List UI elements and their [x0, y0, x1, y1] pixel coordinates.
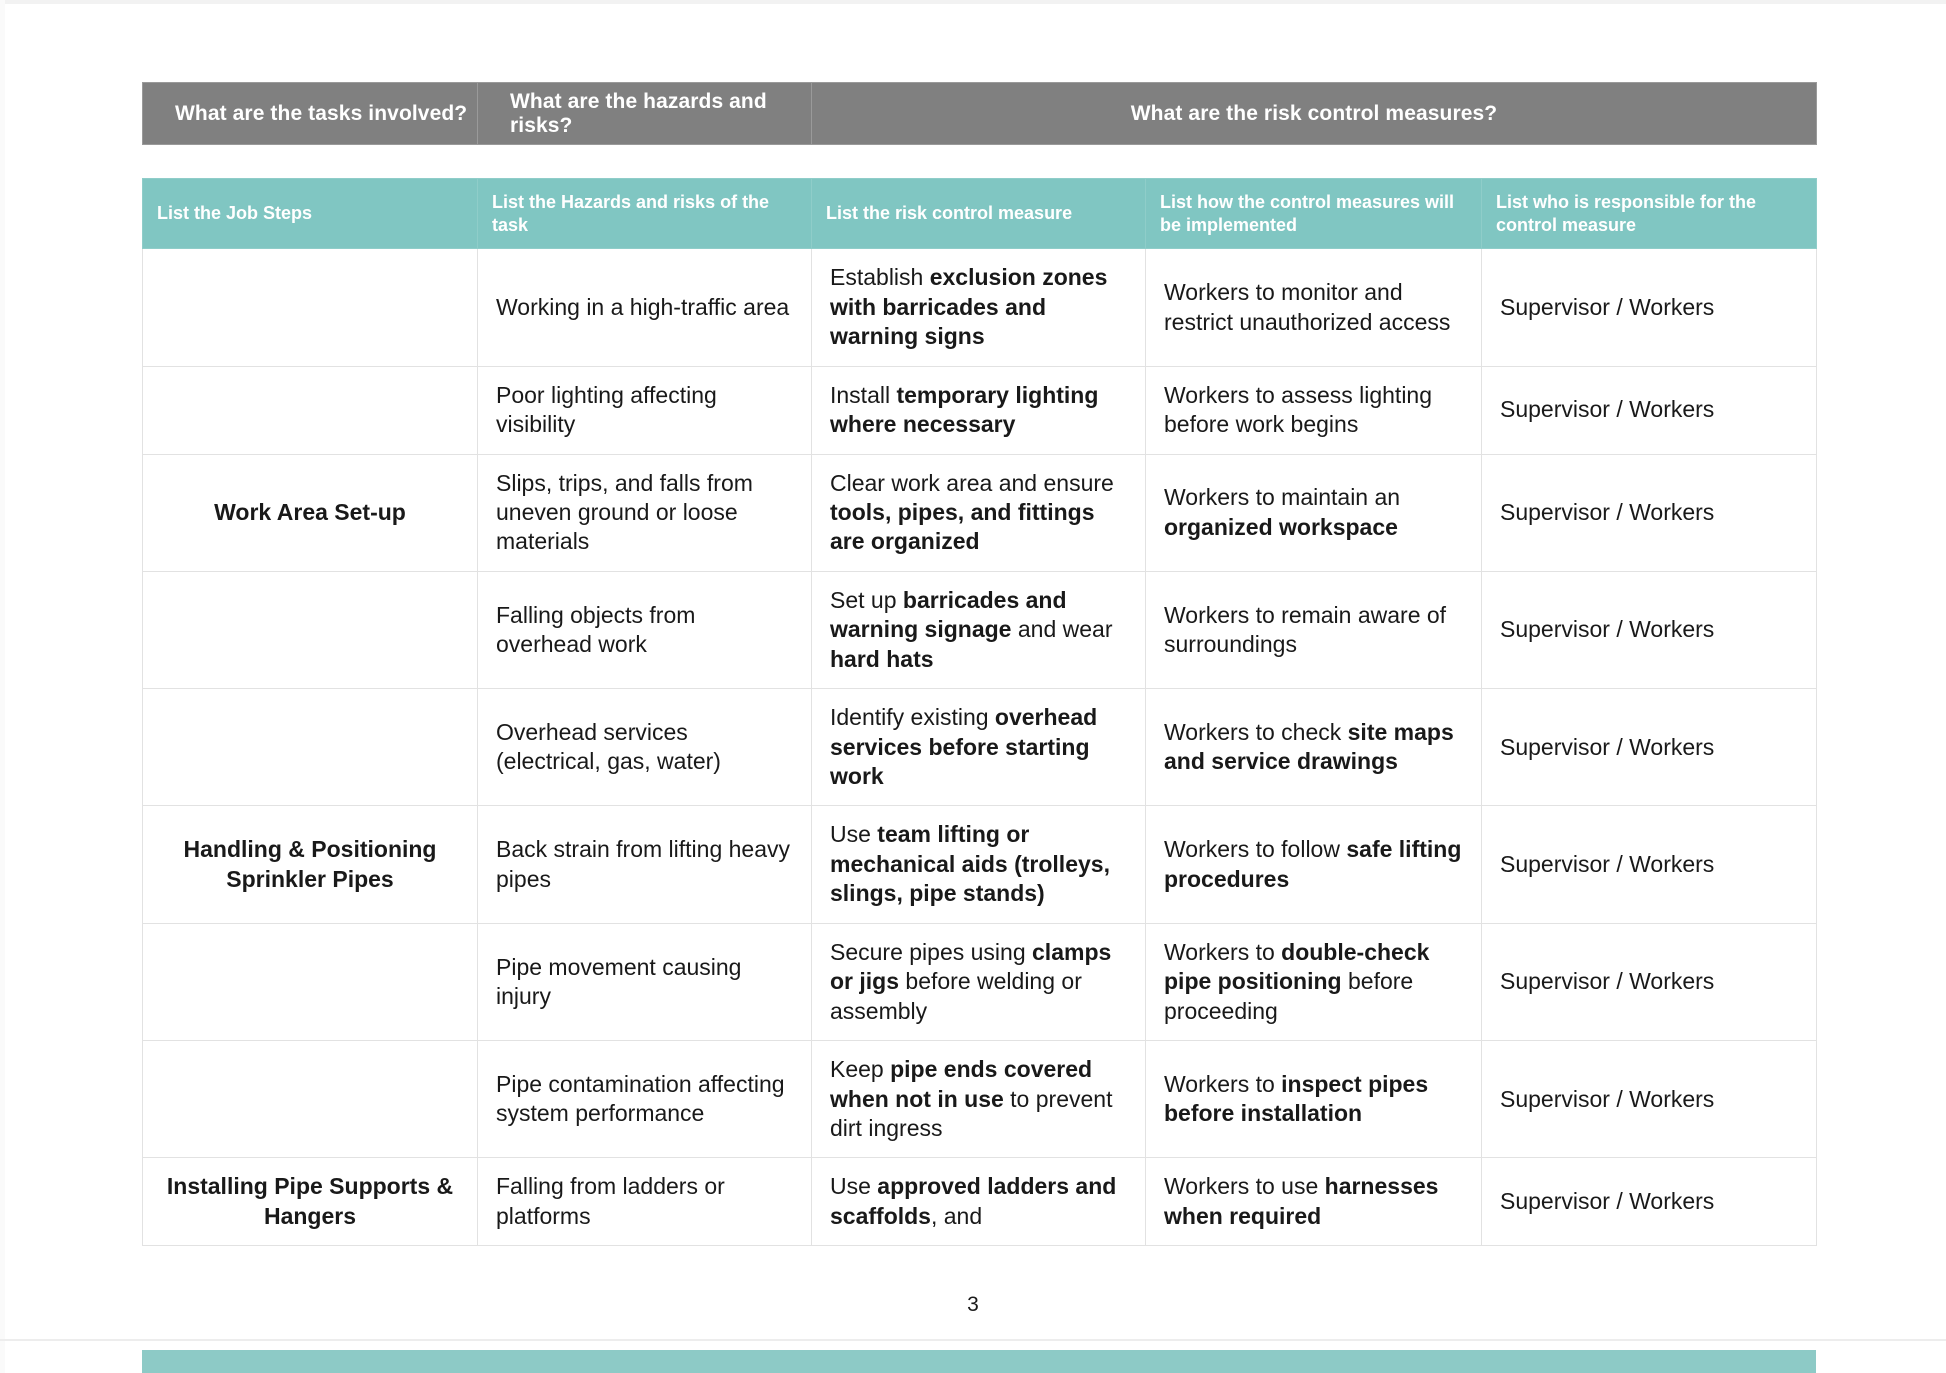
responsible-cell: Supervisor / Workers — [1481, 365, 1817, 455]
implementation-cell: Workers to double-check pipe positioning… — [1145, 922, 1482, 1042]
banner-tasks-cell: What are the tasks involved? — [142, 82, 478, 145]
responsible-cell: Supervisor / Workers — [1481, 453, 1817, 572]
table-row: Pipe movement causing injury Secure pipes… — [142, 922, 1817, 1042]
footer-rule — [0, 1339, 1946, 1341]
hazard-cell: Overhead services (electrical, gas, wate… — [477, 688, 812, 807]
implementation-cell: Workers to follow safe lifting procedure… — [1145, 805, 1482, 924]
control-measure-cell: Keep pipe ends covered when not in use t… — [811, 1040, 1146, 1159]
responsible-cell: Supervisor / Workers — [1481, 688, 1817, 807]
table-row: Pipe contamination affecting system perf… — [142, 1040, 1817, 1159]
hazard-cell: Back strain from lifting heavy pipes — [477, 805, 812, 924]
table-row: Overhead services (electrical, gas, wate… — [142, 688, 1817, 807]
control-measure-cell: Set up barricades and warning signage an… — [811, 570, 1146, 690]
subheader-control-measure: List the risk control measure — [811, 177, 1146, 250]
implementation-cell: Workers to maintain an organized workspa… — [1145, 453, 1482, 572]
responsible-cell: Supervisor / Workers — [1481, 805, 1817, 924]
job-step-cell — [142, 1040, 478, 1159]
table-row: Work Area Set-up Slips, trips, and falls … — [142, 453, 1817, 572]
header-spacer-row — [142, 144, 1817, 179]
control-measure-cell: Clear work area and ensure tools, pipes,… — [811, 453, 1146, 572]
implementation-cell: Workers to check site maps and service d… — [1145, 688, 1482, 807]
control-measure-cell: Install temporary lighting where necessa… — [811, 365, 1146, 455]
table-row: Working in a high-traffic area Establish … — [142, 248, 1817, 367]
hazard-cell: Falling from ladders or platforms — [477, 1157, 812, 1247]
hazard-cell: Poor lighting affecting visibility — [477, 365, 812, 455]
responsible-cell: Supervisor / Workers — [1481, 570, 1817, 690]
hazard-cell: Pipe contamination affecting system perf… — [477, 1040, 812, 1159]
table-row: Handling & Positioning Sprinkler Pipes Ba… — [142, 805, 1817, 924]
table-body: Working in a high-traffic area Establish … — [142, 248, 1817, 1247]
job-step-cell — [142, 248, 478, 367]
responsible-cell: Supervisor / Workers — [1481, 248, 1817, 367]
subheader-implementation: List how the control measures will be im… — [1145, 177, 1482, 250]
control-measure-cell: Use approved ladders and scaffolds, and — [811, 1157, 1146, 1247]
risk-assessment-table-container: What are the tasks involved? What are th… — [142, 82, 1817, 1247]
table-row: Installing Pipe Supports & Hangers Fallin… — [142, 1157, 1817, 1247]
job-step-cell — [142, 922, 478, 1042]
control-measure-cell: Use team lifting or mechanical aids (tro… — [811, 805, 1146, 924]
job-step-cell: Installing Pipe Supports & Hangers — [142, 1157, 478, 1247]
job-step-cell — [142, 365, 478, 455]
responsible-cell: Supervisor / Workers — [1481, 1157, 1817, 1247]
page-number: 3 — [967, 1293, 979, 1316]
job-step-cell: Work Area Set-up — [142, 453, 478, 572]
page-top-edge — [0, 0, 1946, 4]
risk-assessment-table: What are the tasks involved? What are th… — [142, 82, 1817, 1247]
implementation-cell: Workers to inspect pipes before installa… — [1145, 1040, 1482, 1159]
banner-controls-cell: What are the risk control measures? — [811, 82, 1817, 145]
implementation-cell: Workers to remain aware of surroundings — [1145, 570, 1482, 690]
implementation-cell: Workers to monitor and restrict unauthor… — [1145, 248, 1482, 367]
hazard-cell: Slips, trips, and falls from uneven grou… — [477, 453, 812, 572]
subheader-hazards: List the Hazards and risks of the task — [477, 177, 812, 250]
job-step-cell: Handling & Positioning Sprinkler Pipes — [142, 805, 478, 924]
responsible-cell: Supervisor / Workers — [1481, 922, 1817, 1042]
implementation-cell: Workers to assess lighting before work b… — [1145, 365, 1482, 455]
implementation-cell: Workers to use harnesses when required — [1145, 1157, 1482, 1247]
control-measure-cell: Secure pipes using clamps or jigs before… — [811, 922, 1146, 1042]
job-step-cell — [142, 570, 478, 690]
table-row: Poor lighting affecting visibility Instal… — [142, 365, 1817, 455]
document-page: What are the tasks involved? What are th… — [0, 0, 1946, 1373]
header-spacer-cell — [142, 144, 1817, 179]
control-measure-cell: Identify existing overhead services befo… — [811, 688, 1146, 807]
banner-hazards-cell: What are the hazards and risks? — [477, 82, 812, 145]
next-section-band — [142, 1350, 1816, 1373]
hazard-cell: Working in a high-traffic area — [477, 248, 812, 367]
subheader-responsible: List who is responsible for the control … — [1481, 177, 1817, 250]
hazard-cell: Pipe movement causing injury — [477, 922, 812, 1042]
subheader-row: List the Job Steps List the Hazards and … — [142, 177, 1817, 250]
page-left-edge — [0, 0, 5, 1373]
job-step-cell — [142, 688, 478, 807]
responsible-cell: Supervisor / Workers — [1481, 1040, 1817, 1159]
banner-header-row: What are the tasks involved? What are th… — [142, 82, 1817, 145]
table-row: Falling objects from overhead work Set up… — [142, 570, 1817, 690]
subheader-job-steps: List the Job Steps — [142, 177, 478, 250]
hazard-cell: Falling objects from overhead work — [477, 570, 812, 690]
control-measure-cell: Establish exclusion zones with barricade… — [811, 248, 1146, 367]
